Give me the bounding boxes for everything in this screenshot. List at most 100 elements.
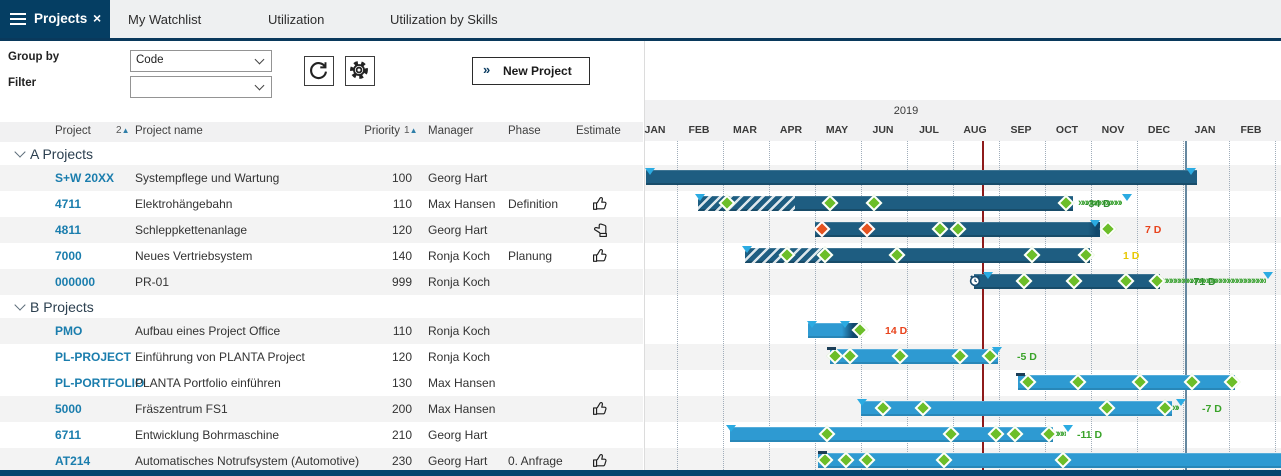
schedule-marker-icon [983, 272, 993, 279]
project-code[interactable]: 000000 [55, 275, 95, 289]
group-header[interactable]: A Projects [30, 146, 93, 162]
timeline-month: NOV [1090, 124, 1136, 136]
project-name[interactable]: Schleppkettenanlage [135, 223, 247, 237]
project-name[interactable]: Aufbau eines Project Office [135, 324, 280, 338]
schedule-marker-icon [1186, 168, 1196, 175]
thumb-up-icon[interactable] [592, 452, 609, 469]
schedule-marker-icon [840, 321, 850, 328]
timeline-month: OCT [1044, 124, 1090, 136]
month-gridline [953, 141, 954, 476]
alarm-clock-icon [969, 274, 981, 287]
project-priority: 110 [366, 324, 412, 338]
schedule-marker-icon [695, 194, 705, 201]
project-manager: Ronja Koch [428, 249, 490, 263]
project-name[interactable]: Systempflege und Wartung [135, 171, 279, 185]
start-tick-icon [1016, 373, 1025, 376]
planta-project-window: Projects × My Watchlist Utilization Util… [0, 0, 1281, 476]
project-code[interactable]: 4811 [55, 223, 81, 237]
schedule-marker-icon [1263, 272, 1273, 279]
project-code[interactable]: 7000 [55, 249, 82, 263]
start-tick-icon [827, 347, 836, 350]
delay-label: -11 D [1077, 429, 1102, 441]
footer-bar[interactable] [0, 470, 1281, 476]
project-manager: Ronja Koch [428, 350, 490, 364]
project-manager: Max Hansen [428, 197, 495, 211]
month-gridline [999, 141, 1000, 476]
thumb-up-icon[interactable] [592, 247, 609, 264]
timeline-month: JUL [906, 124, 952, 136]
table-row-stripe [0, 269, 643, 295]
project-name[interactable]: Fräszentrum FS1 [135, 402, 228, 416]
project-code[interactable]: 5000 [55, 402, 82, 416]
project-phase: Planung [508, 249, 552, 263]
hatched-segment [698, 196, 795, 211]
project-name[interactable]: Neues Vertriebsystem [135, 249, 252, 263]
project-priority: 110 [366, 197, 412, 211]
project-code[interactable]: PL-PORTFOLIO [55, 376, 144, 390]
delay-label: 7 D [1145, 224, 1161, 236]
schedule-marker-icon [1176, 399, 1186, 406]
project-priority: 120 [366, 350, 412, 364]
content-layer: JANFEBMARAPRMAYJUNJULAUGSEPOCTNOVDECJANF… [0, 0, 1281, 476]
schedule-marker-icon [1063, 425, 1073, 432]
project-manager: Georg Hart [428, 428, 487, 442]
table-row-stripe [0, 318, 643, 344]
delay-label: 14 D [885, 325, 907, 337]
project-priority: 100 [366, 171, 412, 185]
project-name[interactable]: Automatisches Notrufsystem (Automotive) [135, 454, 359, 468]
hand-estimate-icon[interactable] [592, 221, 609, 238]
table-row-stripe [0, 396, 643, 422]
group-header[interactable]: B Projects [30, 299, 94, 315]
project-name[interactable]: PR-01 [135, 275, 169, 289]
project-manager: Max Hansen [428, 376, 495, 390]
timeline-month: MAR [722, 124, 768, 136]
schedule-marker-icon [742, 246, 752, 253]
project-manager: Max Hansen [428, 402, 495, 416]
timeline-month: DEC [1136, 124, 1182, 136]
project-code[interactable]: 6711 [55, 428, 81, 442]
group-expand-icon[interactable] [14, 146, 25, 157]
project-name[interactable]: Einführung von PLANTA Project [135, 350, 305, 364]
project-name[interactable]: Elektrohängebahn [135, 197, 232, 211]
project-manager: Georg Hart [428, 171, 487, 185]
schedule-marker-icon [992, 347, 1002, 354]
group-expand-icon[interactable] [14, 299, 25, 310]
schedule-marker-icon [807, 321, 817, 328]
project-priority: 999 [366, 275, 412, 289]
project-manager: Ronja Koch [428, 275, 490, 289]
project-code[interactable]: PMO [55, 324, 82, 338]
schedule-marker-icon [726, 425, 736, 432]
timeline-month: FEB [1228, 124, 1274, 136]
today-line [982, 141, 984, 476]
project-manager: Georg Hart [428, 223, 487, 237]
start-tick-icon [818, 451, 827, 454]
delay-label: -5 D [1017, 351, 1037, 363]
project-code[interactable]: S+W 20XX [55, 171, 114, 185]
timeline-month: JAN [1182, 124, 1228, 136]
project-priority: 120 [366, 223, 412, 237]
delay-label: -71 D [1190, 276, 1216, 288]
schedule-marker-icon [1090, 220, 1100, 227]
gantt-bar-PL-PORTFOLIO[interactable] [1018, 375, 1235, 390]
gantt-bar-S+W 20XX[interactable] [646, 170, 1197, 185]
table-row-stripe [0, 217, 643, 243]
project-code[interactable]: PL-PROJECT [55, 350, 131, 364]
schedule-marker-icon [645, 168, 655, 175]
month-gridline [1045, 141, 1046, 476]
project-code[interactable]: 4711 [55, 197, 81, 211]
delay-label: -34 D [1085, 198, 1111, 210]
gantt-bar-6711[interactable] [730, 427, 1053, 442]
project-priority: 210 [366, 428, 412, 442]
project-manager: Ronja Koch [428, 324, 490, 338]
project-phase: 0. Anfrage [508, 454, 563, 468]
timeline-month: SEP [998, 124, 1044, 136]
month-gridline [1137, 141, 1138, 476]
project-name[interactable]: Entwicklung Bohrmaschine [135, 428, 279, 442]
timeline-month: JUN [860, 124, 906, 136]
gantt-bar-AT214[interactable] [818, 453, 1281, 468]
project-name[interactable]: PLANTA Portfolio einführen [135, 376, 281, 390]
project-code[interactable]: AT214 [55, 454, 90, 468]
thumb-up-icon[interactable] [592, 400, 609, 417]
thumb-up-icon[interactable] [592, 195, 609, 212]
gantt-bar-5000[interactable] [861, 401, 1172, 416]
